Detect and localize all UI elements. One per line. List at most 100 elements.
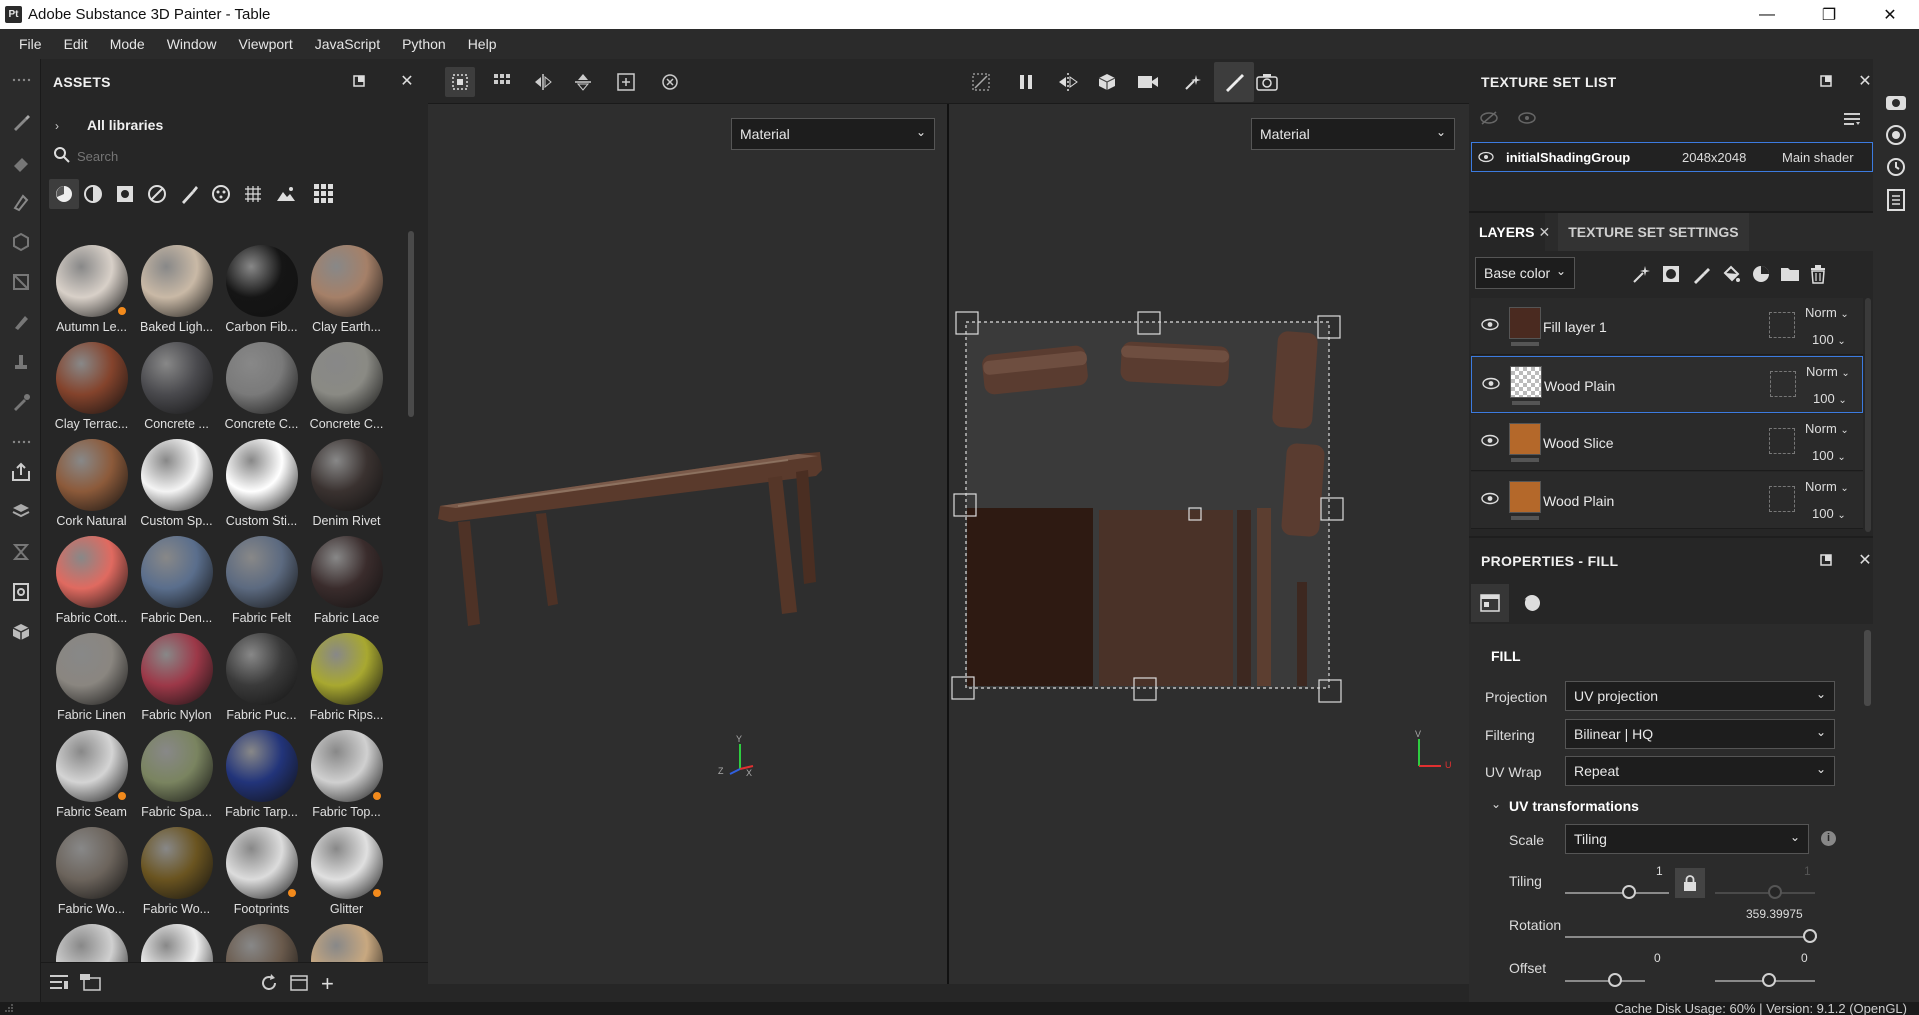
eye-icon[interactable] bbox=[1481, 434, 1499, 447]
polygon-fill-icon[interactable] bbox=[8, 229, 34, 255]
asset-item[interactable]: Footprints bbox=[219, 827, 304, 924]
asset-item[interactable]: Fabric Lace bbox=[304, 536, 384, 633]
rotation-slider-knob[interactable] bbox=[1803, 929, 1817, 943]
display-cube-icon[interactable] bbox=[1092, 67, 1122, 97]
asset-item[interactable]: Fabric Spa... bbox=[134, 730, 219, 827]
add-smart-material-icon[interactable] bbox=[1751, 264, 1771, 284]
reset-view-icon[interactable] bbox=[655, 67, 685, 97]
clone-stamp-icon[interactable] bbox=[8, 349, 34, 375]
asset-item[interactable]: Concrete C... bbox=[219, 342, 304, 439]
asset-item[interactable] bbox=[134, 924, 219, 962]
tiling-slider-track[interactable] bbox=[1565, 892, 1669, 894]
texture-set-shader[interactable]: Main shader bbox=[1782, 150, 1854, 165]
layer-mask-slot[interactable] bbox=[1769, 486, 1795, 512]
asset-item[interactable]: Baked Ligh... bbox=[134, 245, 219, 342]
layers-scrollbar[interactable] bbox=[1865, 298, 1871, 532]
menu-list-icon[interactable] bbox=[1843, 111, 1861, 127]
layer-mask-slot[interactable] bbox=[1770, 371, 1796, 397]
asset-item[interactable]: Cork Natural bbox=[49, 439, 134, 536]
textures-filter-icon[interactable] bbox=[115, 184, 135, 204]
search-input[interactable] bbox=[77, 145, 407, 167]
log-icon[interactable] bbox=[1886, 189, 1906, 211]
layer-opacity[interactable]: 100 ⌄ bbox=[1812, 506, 1846, 521]
tiling-slider-knob-2[interactable] bbox=[1768, 885, 1782, 899]
undock-icon[interactable] bbox=[1816, 550, 1836, 570]
tiling-slider-knob[interactable] bbox=[1622, 885, 1636, 899]
rotation-value[interactable]: 359.39975 bbox=[1746, 907, 1803, 921]
asset-item[interactable]: Fabric Nylon bbox=[134, 633, 219, 730]
alphas-filter-icon[interactable] bbox=[243, 184, 263, 204]
timer-icon[interactable] bbox=[8, 539, 34, 565]
asset-item[interactable]: Clay Terrac... bbox=[49, 342, 134, 439]
show-all-icon[interactable] bbox=[1517, 111, 1537, 125]
fit-frame-icon[interactable] bbox=[611, 67, 641, 97]
brushes-filter-icon[interactable] bbox=[179, 184, 199, 204]
asset-item[interactable]: Fabric Seam bbox=[49, 730, 134, 827]
asset-item[interactable]: Fabric Felt bbox=[219, 536, 304, 633]
asset-item[interactable]: Autumn Le... bbox=[49, 245, 134, 342]
rotation-slider-track[interactable] bbox=[1565, 936, 1817, 938]
viewport-3d[interactable]: Material ⌄ Y Z X bbox=[428, 104, 948, 984]
asset-item[interactable]: Clay Earth... bbox=[304, 245, 384, 342]
chevron-down-icon[interactable]: ⌄ bbox=[1491, 797, 1501, 811]
asset-item[interactable] bbox=[219, 924, 304, 962]
layer-blend-mode[interactable]: Norm ⌄ bbox=[1805, 479, 1849, 494]
channel-select[interactable]: Base color ⌄ bbox=[1475, 257, 1575, 289]
projection-select[interactable]: UV projection ⌄ bbox=[1565, 681, 1835, 711]
fill-properties-tab-icon[interactable] bbox=[1471, 584, 1509, 622]
asset-item[interactable]: Carbon Fib... bbox=[219, 245, 304, 342]
uv-grid-icon[interactable] bbox=[488, 67, 518, 97]
layer-blend-mode[interactable]: Norm ⌄ bbox=[1805, 421, 1849, 436]
asset-item[interactable]: Concrete ... bbox=[134, 342, 219, 439]
history-icon[interactable] bbox=[1885, 156, 1907, 178]
settings-icon[interactable] bbox=[1885, 93, 1907, 113]
undock-icon[interactable] bbox=[1816, 71, 1836, 91]
info-icon[interactable]: i bbox=[1821, 831, 1836, 846]
asset-item[interactable]: Denim Rivet bbox=[304, 439, 384, 536]
asset-item[interactable]: Fabric Wo... bbox=[134, 827, 219, 924]
geometry-mask-icon[interactable] bbox=[8, 269, 34, 295]
menu-viewport[interactable]: Viewport bbox=[228, 29, 304, 59]
asset-item[interactable]: Fabric Puc... bbox=[219, 633, 304, 730]
texture-set-row[interactable]: initialShadingGroup 2048x2048 Main shade… bbox=[1471, 142, 1873, 172]
filters-filter-icon[interactable] bbox=[147, 184, 167, 204]
menu-file[interactable]: File bbox=[8, 29, 53, 59]
tab-layers[interactable]: LAYERS bbox=[1469, 213, 1545, 251]
menu-window[interactable]: Window bbox=[156, 29, 228, 59]
asset-item[interactable]: Custom Sti... bbox=[219, 439, 304, 536]
offset-slider-knob-2[interactable] bbox=[1762, 973, 1776, 987]
close-tab-icon[interactable]: ✕ bbox=[1539, 224, 1551, 241]
screenshot-camera-icon[interactable] bbox=[1252, 67, 1282, 97]
refresh-icon[interactable] bbox=[259, 973, 279, 993]
layer-row[interactable]: Wood Plain Norm ⌄ 100 ⌄ bbox=[1471, 472, 1863, 529]
layer-blend-mode[interactable]: Norm ⌄ bbox=[1805, 305, 1849, 320]
add-paint-layer-icon[interactable] bbox=[1691, 264, 1711, 284]
viewport-2d[interactable]: Material ⌄ V U bbox=[949, 104, 1469, 984]
asset-item[interactable]: Custom Sp... bbox=[134, 439, 219, 536]
close-panel-icon[interactable]: ✕ bbox=[1855, 550, 1875, 570]
environment-filter-icon[interactable] bbox=[275, 184, 297, 204]
add-folder-icon[interactable] bbox=[1780, 265, 1800, 283]
close-panel-icon[interactable]: ✕ bbox=[397, 71, 417, 91]
tiling-slider-track-2[interactable] bbox=[1715, 892, 1815, 894]
asset-item[interactable]: Fabric Den... bbox=[134, 536, 219, 633]
hide-all-icon[interactable] bbox=[1479, 111, 1499, 125]
smudge-icon[interactable] bbox=[8, 309, 34, 335]
mirror-horizontal-icon[interactable] bbox=[528, 67, 558, 97]
asset-item[interactable] bbox=[304, 924, 384, 962]
pause-icon[interactable] bbox=[1011, 67, 1041, 97]
materials-filter-icon[interactable] bbox=[49, 179, 79, 209]
menu-edit[interactable]: Edit bbox=[53, 29, 99, 59]
import-view-icon[interactable] bbox=[79, 973, 101, 991]
properties-scrollbar[interactable] bbox=[1864, 630, 1871, 706]
box-icon[interactable] bbox=[8, 619, 34, 645]
color-picker-icon[interactable] bbox=[8, 389, 34, 415]
eraser-icon[interactable] bbox=[8, 149, 34, 175]
export-icon[interactable] bbox=[8, 459, 34, 485]
smart-materials-filter-icon[interactable] bbox=[83, 184, 103, 204]
lock-icon[interactable] bbox=[1675, 868, 1705, 898]
texture-set-resolution[interactable]: 2048x2048 bbox=[1682, 150, 1782, 165]
asset-item[interactable] bbox=[49, 924, 134, 962]
offset-slider-track[interactable] bbox=[1565, 980, 1645, 982]
restore-button[interactable]: ❐ bbox=[1801, 0, 1857, 29]
